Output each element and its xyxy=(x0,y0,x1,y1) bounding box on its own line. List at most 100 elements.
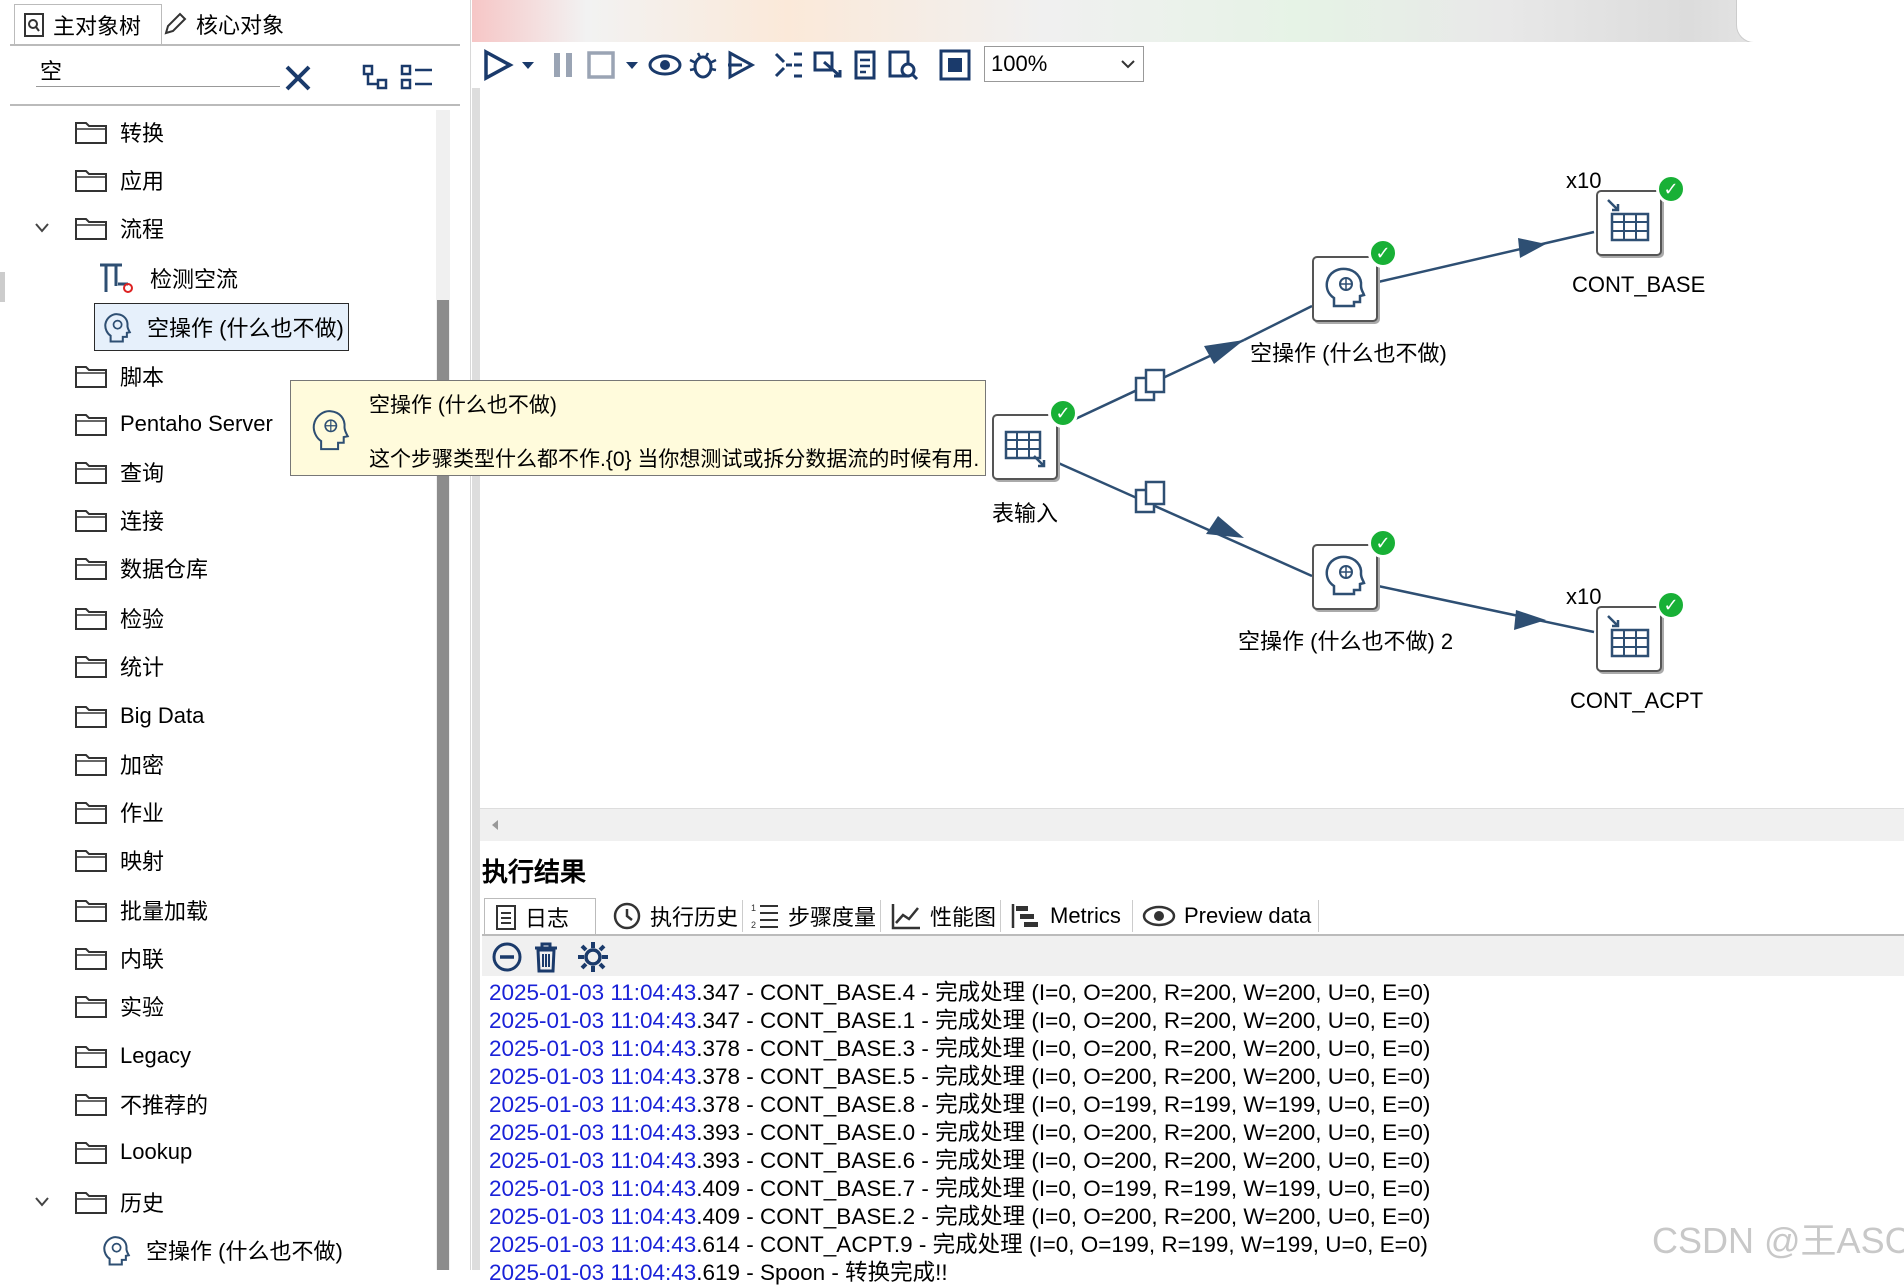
tree-item[interactable]: 脚本 xyxy=(74,356,164,396)
tree-item[interactable]: 空操作 (什么也不做) xyxy=(98,1230,343,1270)
clear-log-icon[interactable] xyxy=(490,940,524,974)
scroll-left-icon[interactable] xyxy=(490,819,500,831)
tree-item-label: Legacy xyxy=(120,1043,191,1068)
tab-log-label: 日志 xyxy=(525,905,570,931)
tab-preview-data[interactable]: Preview data xyxy=(1142,898,1311,934)
tab-core-objects[interactable]: 核心对象 xyxy=(156,4,312,44)
tree-item[interactable]: Big Data xyxy=(74,696,204,736)
log-line: 2025-01-03 11:04:43.378 - CONT_BASE.5 - … xyxy=(489,1063,1430,1091)
tab-main-tree[interactable]: 主对象树 xyxy=(14,4,162,45)
replay-icon[interactable] xyxy=(724,48,758,82)
watermark: CSDN @王ASC xyxy=(1652,1220,1904,1261)
step-cont-acpt[interactable] xyxy=(1596,606,1662,672)
success-check-icon: ✓ xyxy=(1656,174,1686,204)
sql-icon[interactable] xyxy=(848,48,882,82)
chevron-down-icon xyxy=(1121,60,1135,69)
step-label-table-input: 表输入 xyxy=(992,501,1059,526)
verify-icon[interactable] xyxy=(772,48,806,82)
tree-item[interactable]: 作业 xyxy=(74,792,164,832)
expand-tree-icon[interactable] xyxy=(362,64,392,92)
tree-item-label: 检验 xyxy=(120,607,165,632)
tree-item-label: 作业 xyxy=(120,801,165,826)
pause-icon[interactable] xyxy=(546,48,580,82)
folder-icon xyxy=(75,802,107,824)
tree-item[interactable]: 批量加载 xyxy=(74,890,208,930)
gear-icon[interactable] xyxy=(576,940,610,974)
tab-metrics-label: Metrics xyxy=(1050,903,1121,928)
hop-dummy1-base[interactable] xyxy=(1377,230,1595,284)
tree-item[interactable]: 应用 xyxy=(74,160,164,200)
tree-item[interactable]: 内联 xyxy=(74,938,164,978)
tree-item[interactable]: 映射 xyxy=(74,840,164,880)
tree-item-label: 统计 xyxy=(120,655,165,680)
tree-item-label: 映射 xyxy=(120,849,165,874)
tree-item[interactable]: 检测空流 xyxy=(98,258,238,298)
show-results-icon[interactable] xyxy=(938,48,972,82)
trash-icon[interactable] xyxy=(530,940,562,974)
impact-icon[interactable] xyxy=(810,48,844,82)
tab-separator xyxy=(1000,900,1001,932)
tree-item-label: 加密 xyxy=(120,753,165,778)
log-message: .347 - CONT_BASE.4 - 完成处理 (I=0, O=200, R… xyxy=(696,980,1431,1005)
tree-scrollbar[interactable] xyxy=(436,110,450,1270)
tab-perf-graph[interactable]: 性能图 xyxy=(890,898,996,934)
log-icon xyxy=(496,904,516,930)
tree-item[interactable]: 统计 xyxy=(74,646,164,686)
stop-icon[interactable] xyxy=(584,48,618,82)
folder-icon xyxy=(75,122,107,144)
search-divider xyxy=(10,104,460,106)
tree-item-label: 检测空流 xyxy=(150,267,239,292)
table-output-icon xyxy=(1607,199,1650,242)
hop-arrow-2 xyxy=(1206,516,1244,538)
tab-separator xyxy=(880,900,881,932)
dummy-head-icon xyxy=(1325,267,1366,308)
tab-perf-graph-label: 性能图 xyxy=(930,905,997,930)
tree-item[interactable]: 不推荐的 xyxy=(74,1084,208,1124)
copies-badge-base: x10 xyxy=(1566,168,1602,193)
hop-arrow-1 xyxy=(1204,340,1244,364)
tab-log[interactable]: 日志 xyxy=(484,898,596,934)
hop-arrow-4 xyxy=(1514,610,1546,630)
tree-item-label: 批量加载 xyxy=(120,899,209,924)
zoom-select[interactable]: 100% xyxy=(984,46,1144,82)
preview-icon[interactable] xyxy=(648,48,682,82)
clear-search-icon[interactable] xyxy=(284,64,312,92)
panel-edge xyxy=(0,272,5,302)
tree-item[interactable]: 实验 xyxy=(74,986,164,1026)
chevron-down-icon[interactable] xyxy=(34,1196,50,1208)
tree-item[interactable]: Lookup xyxy=(74,1132,192,1172)
tree-item[interactable]: 流程 xyxy=(35,208,164,248)
collapse-tree-icon[interactable] xyxy=(400,64,434,92)
tab-metrics[interactable]: Metrics xyxy=(1010,898,1121,934)
step-table-input[interactable] xyxy=(992,414,1058,480)
tree-item[interactable]: 转换 xyxy=(74,112,164,152)
hop-input-dummy2[interactable] xyxy=(1055,460,1313,578)
debug-icon[interactable] xyxy=(686,48,720,82)
stop-dropdown-icon[interactable] xyxy=(624,48,640,82)
splitter[interactable] xyxy=(472,88,480,1270)
search-input[interactable]: 空 xyxy=(36,54,280,87)
tree-item[interactable]: 空操作 (什么也不做) xyxy=(94,303,349,351)
tab-history[interactable]: 执行历史 xyxy=(612,898,738,934)
tree-item[interactable]: Pentaho Server xyxy=(74,404,273,444)
canvas-hscrollbar[interactable] xyxy=(480,808,1904,841)
explore-db-icon[interactable] xyxy=(886,48,920,82)
tab-step-metrics[interactable]: 12 步骤度量 xyxy=(750,898,876,934)
tree-item[interactable]: 查询 xyxy=(74,452,164,492)
chevron-down-icon[interactable] xyxy=(34,222,50,234)
tree-item[interactable]: 加密 xyxy=(74,744,164,784)
tree-item[interactable]: 检验 xyxy=(74,598,164,638)
results-title: 执行结果 xyxy=(482,857,587,887)
tree-item[interactable]: 数据仓库 xyxy=(74,548,208,588)
tree-item[interactable]: 历史 xyxy=(35,1182,164,1222)
run-dropdown-icon[interactable] xyxy=(520,48,536,82)
tree-item[interactable]: Legacy xyxy=(74,1036,191,1076)
success-check-icon: ✓ xyxy=(1048,398,1078,428)
step-cont-base[interactable] xyxy=(1596,190,1662,256)
file-tabs-strip xyxy=(472,0,1904,42)
step-dummy-2[interactable] xyxy=(1312,544,1378,610)
log-line: 2025-01-03 11:04:43.347 - CONT_BASE.4 - … xyxy=(489,979,1430,1007)
step-dummy-1[interactable] xyxy=(1312,256,1378,322)
tree-item[interactable]: 连接 xyxy=(74,500,164,540)
run-icon[interactable] xyxy=(480,48,514,82)
